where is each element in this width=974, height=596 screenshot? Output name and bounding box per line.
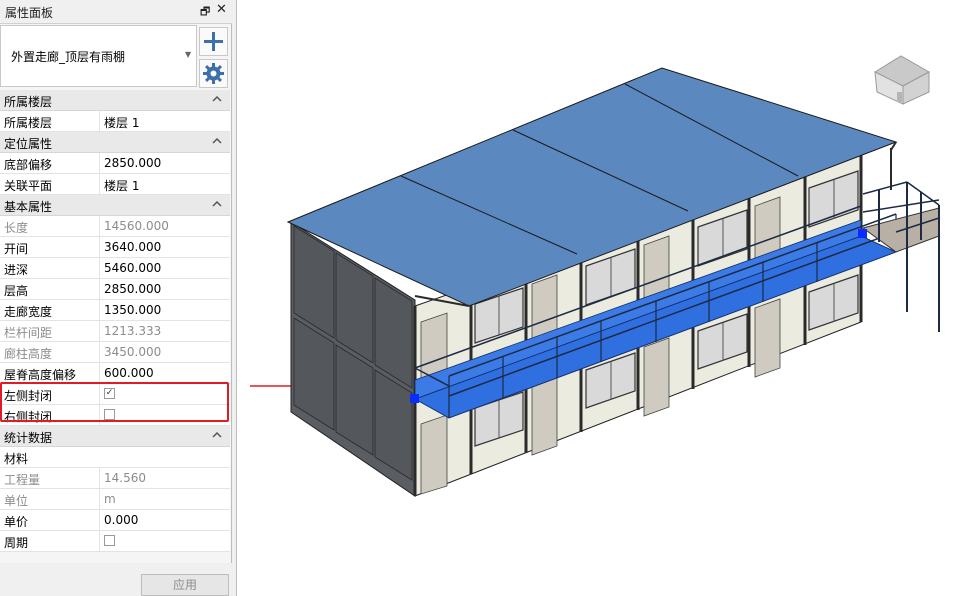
prop-label: 层高 [4, 284, 29, 298]
prop-row-unit: 单位 m [0, 489, 230, 510]
category-basic[interactable]: 基本属性 [0, 195, 230, 216]
prop-value[interactable]: 楼层 1 [104, 177, 139, 194]
prop-row-quantity: 工程量 14.560 [0, 468, 230, 489]
prop-value[interactable]: 0.000 [104, 513, 138, 527]
prop-label: 长度 [4, 221, 29, 235]
column-divider [99, 489, 100, 510]
category-label: 基本属性 [4, 200, 53, 214]
prop-row-ridge-offset[interactable]: 屋脊高度偏移 600.000 [0, 363, 230, 384]
category-level[interactable]: 所属楼层 [0, 90, 230, 111]
column-divider [99, 258, 100, 279]
restore-icon[interactable]: 🗗 [200, 3, 210, 22]
prop-value: 1213.333 [104, 324, 162, 338]
category-stats[interactable]: 统计数据 [0, 426, 230, 447]
apply-button[interactable]: 应用 [141, 574, 229, 596]
prop-row-floor-height[interactable]: 层高 2850.000 [0, 279, 230, 300]
prop-value: 14560.000 [104, 219, 169, 233]
prop-row-column-height: 廊柱高度 3450.000 [0, 342, 230, 363]
plus-icon [204, 32, 223, 51]
prop-label: 所属楼层 [4, 116, 53, 130]
prop-row-bay[interactable]: 开间 3640.000 [0, 237, 230, 258]
close-icon[interactable]: ✕ [216, 2, 227, 17]
prop-label: 单位 [4, 494, 29, 508]
chevron-up-icon[interactable] [210, 196, 224, 212]
column-divider [99, 174, 100, 195]
chevron-up-icon[interactable] [210, 427, 224, 443]
category-label: 所属楼层 [4, 95, 53, 109]
prop-row-ref-plane[interactable]: 关联平面 楼层 1 [0, 174, 230, 195]
building-model[interactable] [237, 0, 974, 596]
prop-label: 关联平面 [4, 179, 53, 193]
prop-label: 周期 [4, 536, 29, 550]
house-viewcube-icon[interactable] [873, 55, 931, 105]
prop-value[interactable]: 5460.000 [104, 261, 161, 275]
annotation-highlight-box [0, 382, 229, 422]
column-divider [99, 111, 100, 132]
column-divider [99, 321, 100, 342]
category-label: 定位属性 [4, 137, 53, 151]
prop-row-base-offset[interactable]: 底部偏移 2850.000 [0, 153, 230, 174]
column-divider [99, 237, 100, 258]
prop-value[interactable]: 1350.000 [104, 303, 161, 317]
prop-value: 3450.000 [104, 345, 162, 359]
prop-row-rail-spacing: 栏杆间距 1213.333 [0, 321, 230, 342]
add-button[interactable] [199, 27, 228, 56]
prop-row-unit-price[interactable]: 单价 0.000 [0, 510, 230, 531]
dropdown-arrow-icon[interactable]: ▼ [185, 50, 191, 59]
prop-row-depth[interactable]: 进深 5460.000 [0, 258, 230, 279]
prop-label: 走廊宽度 [4, 305, 53, 319]
prop-label: 底部偏移 [4, 158, 53, 172]
apply-bar: 应用 [0, 563, 232, 596]
column-divider [99, 216, 100, 237]
grip-handle-right[interactable] [858, 229, 867, 238]
column-divider [99, 279, 100, 300]
prop-row-corridor-width[interactable]: 走廊宽度 1350.000 [0, 300, 230, 321]
prop-value[interactable]: 楼层 1 [104, 114, 139, 131]
prop-row-material[interactable]: 材料 [0, 447, 230, 468]
prop-label: 开间 [4, 242, 29, 256]
chevron-up-icon[interactable] [210, 91, 224, 107]
category-label: 统计数据 [4, 431, 53, 445]
prop-row-period[interactable]: 周期 [0, 531, 230, 552]
settings-button[interactable] [199, 59, 228, 88]
prop-label: 材料 [4, 452, 29, 466]
prop-row-level[interactable]: 所属楼层 楼层 1 [0, 111, 230, 132]
column-divider [99, 153, 100, 174]
prop-label: 单价 [4, 515, 29, 529]
panel-title: 属性面板 [5, 6, 54, 20]
category-locate[interactable]: 定位属性 [0, 132, 230, 153]
prop-label: 进深 [4, 263, 29, 277]
prop-label: 廊柱高度 [4, 347, 53, 361]
grip-handle-left[interactable] [410, 394, 419, 403]
chevron-up-icon[interactable] [210, 133, 224, 149]
panel-titlebar: 属性面板 🗗 ✕ [0, 0, 232, 24]
column-divider [99, 300, 100, 321]
gear-icon [203, 63, 224, 84]
column-divider [99, 468, 100, 489]
column-divider [99, 510, 100, 531]
prop-label: 工程量 [4, 473, 41, 487]
prop-value: 14.560 [104, 471, 146, 485]
column-divider [99, 363, 100, 384]
prop-value[interactable]: 2850.000 [104, 282, 161, 296]
period-checkbox[interactable] [104, 535, 115, 546]
prop-label: 屋脊高度偏移 [4, 368, 77, 382]
property-grid: 所属楼层 所属楼层 楼层 1 定位属性 底部偏移 2850.000 关联平面 楼… [0, 90, 230, 552]
prop-label: 栏杆间距 [4, 326, 53, 340]
column-divider [99, 342, 100, 363]
prop-value: m [104, 492, 116, 506]
type-name: 外置走廊_顶层有雨棚 [11, 50, 126, 64]
type-selector[interactable]: 外置走廊_顶层有雨棚 ▼ [0, 25, 197, 87]
properties-panel: 属性面板 🗗 ✕ 外置走廊_顶层有雨棚 ▼ 所属楼层 所属楼层 楼层 1 定位属… [0, 0, 232, 596]
prop-value[interactable]: 600.000 [104, 366, 154, 380]
prop-row-length: 长度 14560.000 [0, 216, 230, 237]
column-divider [99, 531, 100, 552]
prop-value[interactable]: 2850.000 [104, 156, 161, 170]
prop-value[interactable]: 3640.000 [104, 240, 161, 254]
3d-viewport[interactable] [236, 0, 974, 596]
